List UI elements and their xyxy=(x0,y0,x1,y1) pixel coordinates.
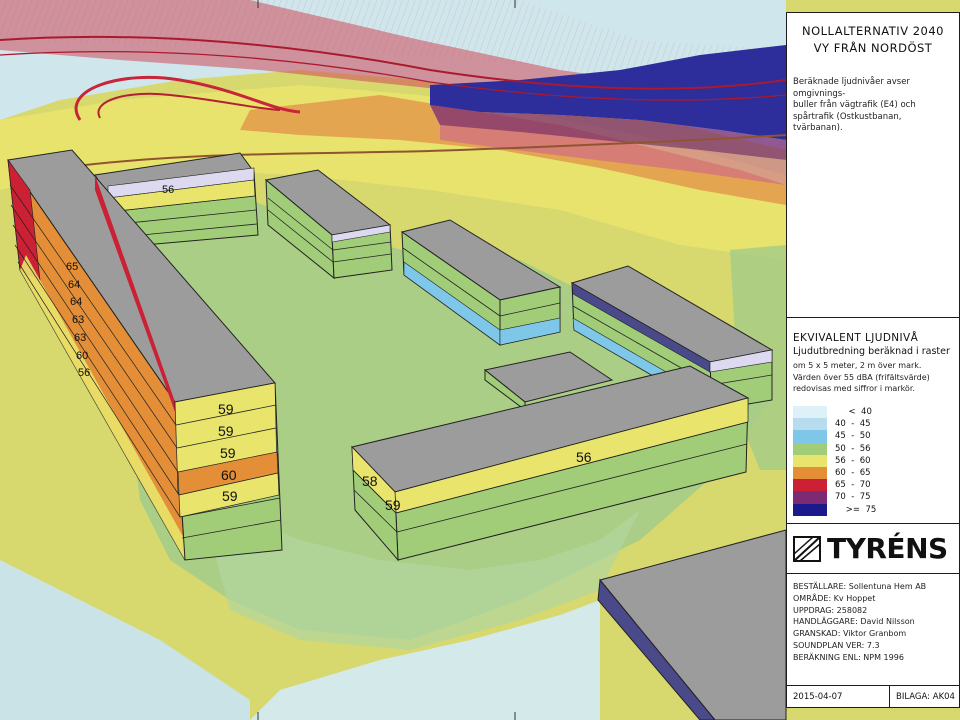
facade-label-w-side-1: 65 xyxy=(66,261,78,273)
legend-note: om 5 x 5 meter, 2 m över mark. Värden öv… xyxy=(793,360,953,395)
desc-line3: spårtrafik (Ostkustbanan, tvärbanan). xyxy=(793,111,902,134)
meta-uppdrag: UPPDRAG: 258082 xyxy=(793,605,868,615)
legend-swatch xyxy=(793,430,827,443)
facade-label-w-side-7: 56 xyxy=(78,367,90,379)
legend-label: 65 - 70 xyxy=(835,480,871,491)
legend-row: 40 - 45 xyxy=(793,418,955,431)
note-line2: Värden över 55 dBA (frifältsvärde) xyxy=(793,372,930,382)
legend-swatch xyxy=(793,454,827,467)
legend-label: < 40 xyxy=(835,407,872,418)
note-line3: redovisas med siffror i markör. xyxy=(793,384,915,393)
facade-label-south-end-bot: 59 xyxy=(385,497,401,513)
legend-swatch xyxy=(793,491,827,504)
tyrens-logo-icon xyxy=(793,535,821,562)
legend-heading: EKVIVALENT LJUDNIVÅ xyxy=(793,332,919,344)
legend-row: < 40 xyxy=(793,406,955,419)
facade-label-w-front-4: 60 xyxy=(221,467,237,483)
legend-label: 50 - 56 xyxy=(835,443,871,454)
facade-label-south-end-top: 58 xyxy=(362,473,378,489)
facade-label-w-side-3: 64 xyxy=(70,296,82,308)
legend-label: 56 - 60 xyxy=(835,455,871,466)
panel-title-line2: VY FRÅN NORDÖST xyxy=(813,41,933,55)
tyrens-logo-text: TYRÉNS xyxy=(827,531,948,565)
desc-line2: buller från vägtrafik (E4) och xyxy=(793,100,916,110)
logo-panel: TYRÉNS xyxy=(786,524,960,574)
legend-row: 50 - 56 xyxy=(793,442,955,455)
panel-title-line1: NOLLALTERNATIV 2040 xyxy=(802,24,944,38)
legend-swatch xyxy=(793,418,827,431)
meta-omrade: OMRÅDE: Kv Hoppet xyxy=(793,593,876,603)
legend-row: 60 - 65 xyxy=(793,466,955,480)
footer-date: 2015-04-07 xyxy=(787,686,890,707)
legend-swatch xyxy=(793,479,827,492)
title-panel: NOLLALTERNATIV 2040 VY FRÅN NORDÖST Berä… xyxy=(786,12,960,318)
facade-label-w-side-6: 60 xyxy=(76,350,88,362)
noise-legend: < 40 40 - 45 45 - 50 50 - 56 56 - 60 60 - 65 6… xyxy=(793,406,955,516)
metadata-panel: BESTÄLLARE: Sollentuna Hem AB OMRÅDE: Kv… xyxy=(786,574,960,686)
panel-description: Beräknade ljudnivåer avser omgivnings- b… xyxy=(793,77,953,135)
facade-label-w-side-5: 63 xyxy=(74,332,86,344)
meta-soundplan: SOUNDPLAN VER: 7.3 xyxy=(793,640,880,650)
legend-subheading: Ljudutbredning beräknad i raster xyxy=(793,346,950,357)
meta-granskad: GRANSKAD: Viktor Granbom xyxy=(793,629,907,639)
facade-label-south-main: 56 xyxy=(576,449,592,465)
legend-row: 45 - 50 xyxy=(793,430,955,443)
legend-row: 70 - 75 xyxy=(793,491,955,504)
meta-berakning: BERÄKNING ENL: NPM 1996 xyxy=(793,652,904,662)
legend-label: >= 75 xyxy=(835,504,877,515)
footer-bilaga: BILAGA: AK04 xyxy=(896,691,955,702)
note-line1: om 5 x 5 meter, 2 m över mark. xyxy=(793,361,922,370)
meta-bestallare: BESTÄLLARE: Sollentuna Hem AB xyxy=(793,582,927,591)
legend-label: 40 - 45 xyxy=(835,419,871,430)
facade-label-w-front-1: 59 xyxy=(218,401,234,417)
facade-label-w-side-2: 64 xyxy=(68,279,80,291)
facade-label-w-front-5: 59 xyxy=(222,488,238,504)
legend-swatch xyxy=(793,406,827,419)
facade-label-w-front-3: 59 xyxy=(220,445,236,461)
footer-panel: 2015-04-07 BILAGA: AK04 xyxy=(786,686,960,708)
facade-label-w-front-2: 59 xyxy=(218,423,234,439)
legend-panel: EKVIVALENT LJUDNIVÅ Ljudutbredning beräk… xyxy=(786,318,960,524)
legend-label: 60 - 65 xyxy=(835,468,871,479)
meta-handlaggare: HANDLÄGGARE: David Nilsson xyxy=(793,617,915,627)
facade-label-w-side-4: 63 xyxy=(72,314,84,326)
legend-label: 70 - 75 xyxy=(835,492,871,503)
legend-row: >= 75 xyxy=(793,503,955,516)
legend-row: 56 - 60 xyxy=(793,454,955,467)
legend-swatch xyxy=(793,503,827,516)
legend-row: 65 - 70 xyxy=(793,479,955,492)
desc-line1: Beräknade ljudnivåer avser omgivnings- xyxy=(793,77,910,99)
legend-swatch xyxy=(793,442,827,455)
legend-label: 45 - 50 xyxy=(835,431,871,442)
facade-label-nw: 56 xyxy=(162,184,174,196)
legend-swatch xyxy=(793,466,827,480)
